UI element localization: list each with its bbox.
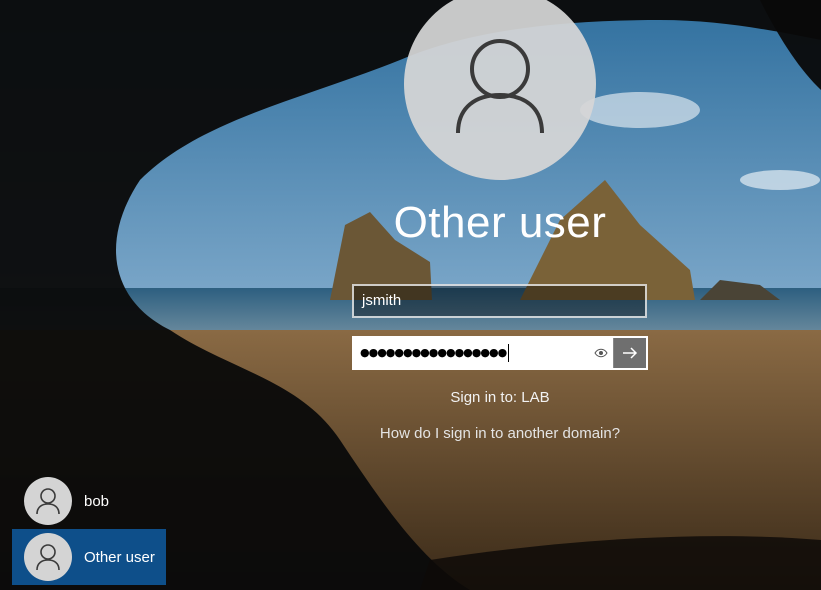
user-icon xyxy=(24,533,72,581)
user-tile-bob[interactable]: bob xyxy=(12,473,166,529)
password-field[interactable]: ●●●●●●●●●●●●●●●●● xyxy=(354,338,589,368)
user-icon xyxy=(24,477,72,525)
text-caret xyxy=(508,344,510,362)
user-tile-label: bob xyxy=(84,492,110,510)
password-masked-value: ●●●●●●●●●●●●●●●●● xyxy=(360,346,507,359)
username-field[interactable]: jsmith xyxy=(352,284,647,318)
user-tile-label: Other user xyxy=(84,548,155,566)
page-title: Other user xyxy=(393,198,607,247)
eye-icon[interactable] xyxy=(589,338,613,368)
password-box: ●●●●●●●●●●●●●●●●● xyxy=(352,336,648,370)
arrow-right-icon xyxy=(623,347,638,359)
other-domain-link[interactable]: How do I sign in to another domain? xyxy=(300,425,700,442)
user-tile-other-user[interactable]: Other user xyxy=(12,529,166,585)
sign-in-domain-text: Sign in to: LAB xyxy=(450,389,550,406)
user-icon xyxy=(456,39,544,134)
submit-button[interactable] xyxy=(613,338,646,368)
